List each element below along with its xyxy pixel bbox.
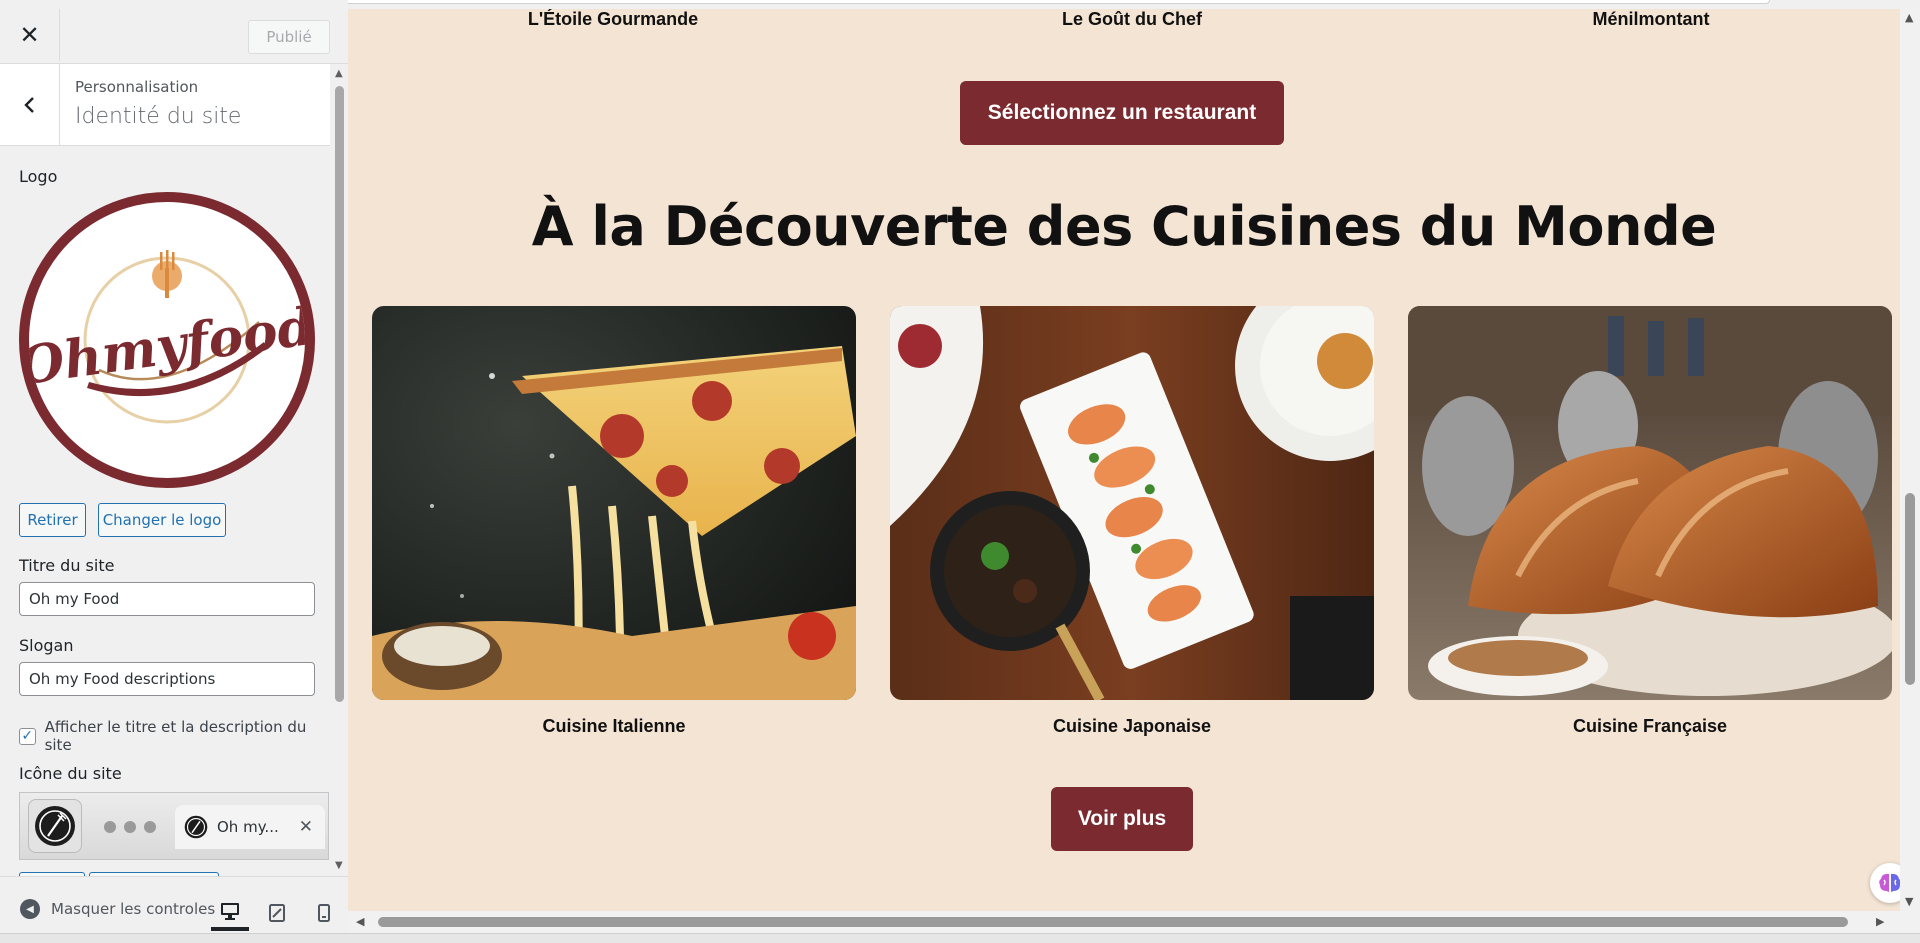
preview-desktop-button[interactable] <box>211 895 249 931</box>
back-button[interactable] <box>0 64 60 146</box>
change-logo-button[interactable]: Changer le logo <box>98 503 226 537</box>
desktop-icon <box>221 903 239 920</box>
preview-vertical-scrollbar[interactable]: ▲ ▼ <box>1900 9 1920 911</box>
sidebar-scroll-thumb[interactable] <box>335 86 344 702</box>
site-icon-tile <box>28 799 82 853</box>
preview-horizontal-scrollbar[interactable]: ◀ ▶ <box>348 911 1920 933</box>
cuisine-card-label: Cuisine Française <box>1572 716 1728 736</box>
controls-panel: Logo Ohmyfood Retirer Changer le logo Ti… <box>0 146 330 876</box>
cuisine-card-italian[interactable]: Cuisine Italienne <box>372 306 856 737</box>
customizer-header: ✕ Publié <box>0 0 348 64</box>
browser-window-dots <box>104 821 156 833</box>
mobile-icon <box>318 904 330 922</box>
close-customizer-button[interactable]: ✕ <box>0 9 60 61</box>
site-title-input[interactable]: Oh my Food <box>19 582 315 616</box>
collapse-controls-button[interactable]: ◀ Masquer les controles <box>20 899 215 919</box>
browser-toolbar-edge <box>110 0 1770 4</box>
preview-mobile-button[interactable] <box>305 895 343 931</box>
ohmyfood-logo: Ohmyfood <box>29 250 305 424</box>
scroll-left-icon[interactable]: ◀ <box>356 915 364 928</box>
collapse-arrow-icon: ◀ <box>20 899 40 919</box>
browser-tab-preview: Oh my... ✕ <box>175 805 325 849</box>
tagline-input[interactable]: Oh my Food descriptions <box>19 662 315 696</box>
tagline-label: Slogan <box>19 636 74 655</box>
scroll-down-icon[interactable]: ▼ <box>1905 895 1913 908</box>
shrimp-platter-photo <box>890 306 1374 700</box>
croissant-cafe-photo <box>1408 306 1892 700</box>
svg-text:Ohmyfood: Ohmyfood <box>29 296 305 398</box>
breadcrumb: Personnalisation <box>75 78 199 96</box>
section-header: Personnalisation Identité du site <box>0 64 330 146</box>
checkmark-icon: ✓ <box>21 728 34 744</box>
cuisine-card-french[interactable]: Cuisine Française <box>1408 306 1892 737</box>
remove-logo-button[interactable]: Retirer <box>19 503 86 537</box>
logo-preview[interactable]: Ohmyfood <box>19 192 315 488</box>
scroll-right-icon[interactable]: ▶ <box>1876 915 1884 928</box>
site-icon-label: Icône du site <box>19 764 122 783</box>
section-heading: À la Découverte des Cuisines du Monde <box>531 195 1717 258</box>
preview-vertical-thumb[interactable] <box>1905 493 1915 685</box>
logo-label: Logo <box>19 167 58 186</box>
restaurant-name[interactable]: L'Étoile Gourmande <box>528 9 698 30</box>
chevron-left-icon <box>23 97 34 113</box>
brain-icon <box>1879 873 1900 892</box>
cuisine-card-japanese[interactable]: Cuisine Japonaise <box>890 306 1374 737</box>
publish-button[interactable]: Publié <box>248 20 330 54</box>
see-more-button[interactable]: Voir plus <box>1051 787 1193 851</box>
restaurant-name[interactable]: Le Goût du Chef <box>1062 9 1202 30</box>
show-title-label: Afficher le titre et la description du s… <box>44 718 307 754</box>
window-bottom-edge <box>0 933 1920 943</box>
show-title-option[interactable]: ✓ Afficher le titre et la description du… <box>19 718 330 754</box>
section-title: Identité du site <box>75 104 242 129</box>
show-title-checkbox[interactable]: ✓ <box>19 727 36 745</box>
site-preview: L'Étoile Gourmande Le Goût du Chef Ménil… <box>348 9 1900 911</box>
browser-tab-title: Oh my... <box>217 818 279 836</box>
cuisine-card-label: Cuisine Japonaise <box>1052 716 1212 736</box>
preview-tablet-button[interactable] <box>258 895 296 931</box>
site-icon-preview[interactable]: Oh my... ✕ <box>19 792 329 860</box>
close-icon: ✕ <box>298 817 313 837</box>
scroll-up-icon[interactable]: ▲ <box>335 68 343 79</box>
sidebar-scrollbar[interactable]: ▲ ▼ <box>331 64 348 876</box>
restaurant-name[interactable]: Ménilmontant <box>1593 9 1710 30</box>
scroll-up-icon[interactable]: ▲ <box>1905 11 1913 24</box>
preview-horizontal-thumb[interactable] <box>378 917 1848 927</box>
select-restaurant-button[interactable]: Sélectionnez un restaurant <box>960 81 1284 145</box>
pizza-photo <box>372 306 856 700</box>
fork-plate-icon <box>184 815 208 839</box>
scroll-down-icon[interactable]: ▼ <box>335 860 343 871</box>
collapse-controls-label: Masquer les controles <box>51 900 216 918</box>
customizer-sidebar: ✕ Publié Personnalisation Identité du si… <box>0 0 348 943</box>
cuisine-card-label: Cuisine Italienne <box>542 716 686 736</box>
site-title-label: Titre du site <box>19 556 115 575</box>
restaurant-names-row: L'Étoile Gourmande Le Goût du Chef Ménil… <box>348 9 1900 31</box>
close-icon: ✕ <box>19 21 40 49</box>
tablet-icon <box>269 904 285 922</box>
assistant-widget-button[interactable] <box>1870 863 1900 903</box>
fork-plate-icon <box>35 806 75 846</box>
